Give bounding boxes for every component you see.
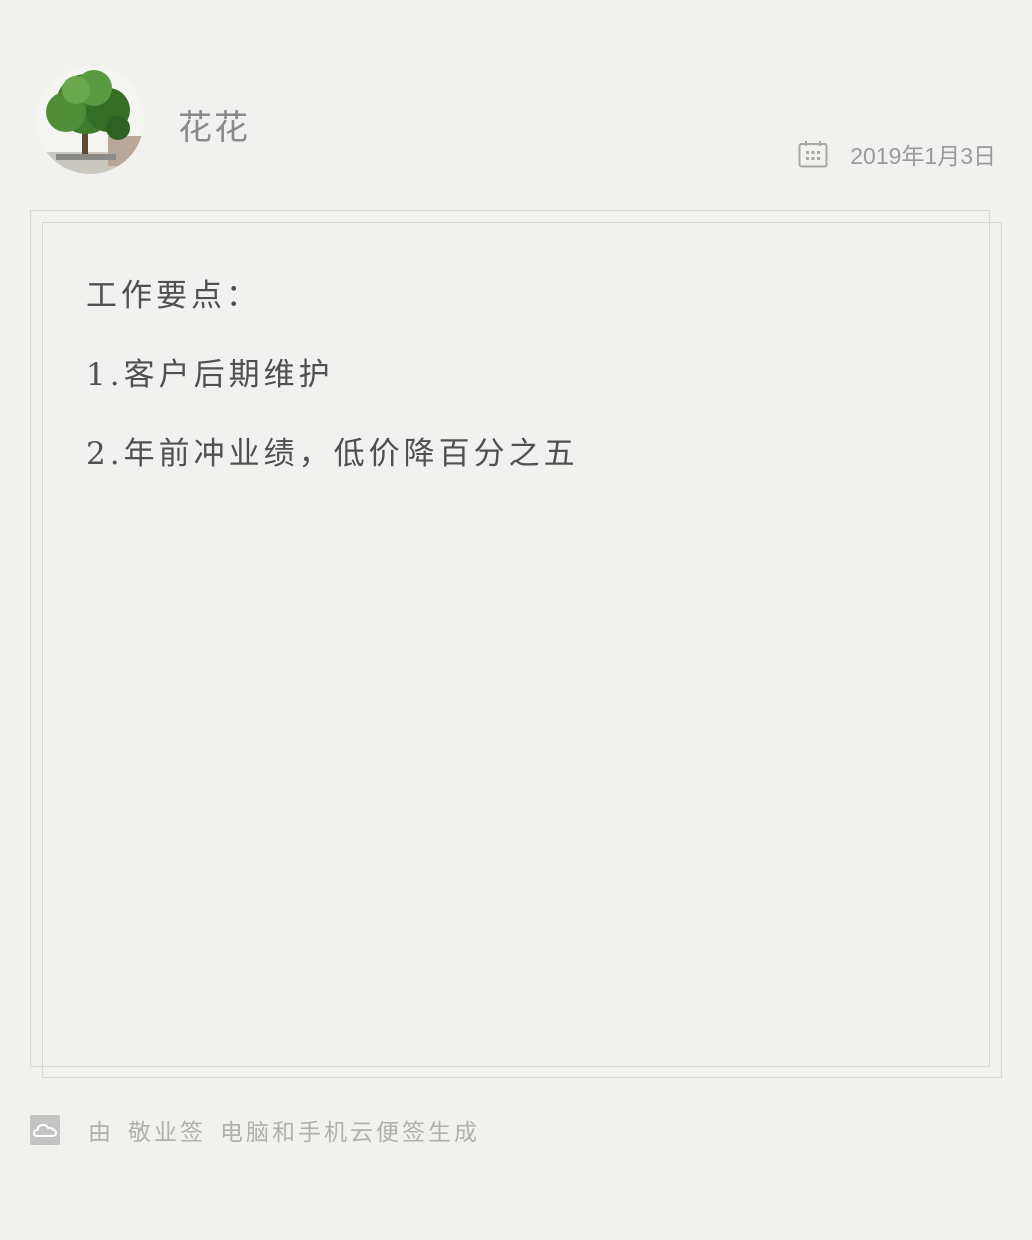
tree-avatar-photo xyxy=(36,66,144,174)
note-heading: 工作要点： xyxy=(86,278,261,314)
note-item: 1.客户后期维护 xyxy=(86,357,334,393)
note-date: 2019年1月3日 xyxy=(850,143,996,169)
calendar-icon xyxy=(798,141,828,168)
cloud-note-logo-icon xyxy=(30,1115,60,1145)
note-item: 2.年前冲业绩，低价降百分之五 xyxy=(86,436,579,472)
footer-app-name[interactable]: 敬业签 xyxy=(128,1120,206,1146)
footer-tagline: 电脑和手机云便签生成 xyxy=(220,1120,480,1146)
footer-by: 由 xyxy=(88,1120,114,1146)
avatar[interactable] xyxy=(36,66,144,174)
username: 花花 xyxy=(178,108,250,148)
footer-attribution: 由敬业签 电脑和手机云便签生成 xyxy=(30,1114,494,1146)
note-content[interactable]: 工作要点： 1.客户后期维护 2.年前冲业绩，低价降百分之五 xyxy=(86,270,966,507)
date-display: 2019年1月3日 xyxy=(798,138,996,170)
